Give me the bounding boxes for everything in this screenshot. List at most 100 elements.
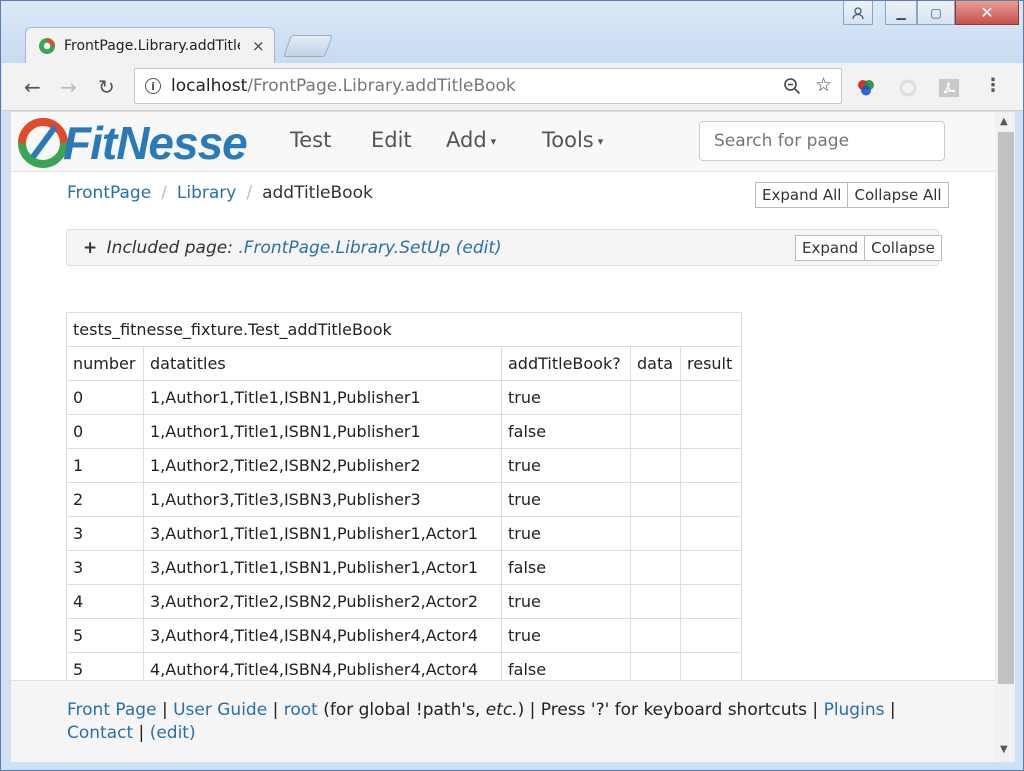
- included-page-edit-link[interactable]: (edit): [456, 238, 502, 258]
- maximize-button[interactable]: ▢: [917, 1, 955, 25]
- fitnesse-logo[interactable]: FitNesse: [17, 116, 248, 170]
- expand-button[interactable]: Expand: [795, 235, 866, 261]
- table-row: 0 1,Author1,Title1,ISBN1,Publisher1 true: [66, 380, 742, 415]
- table-header-row: number datatitles addTitleBook? data res…: [66, 346, 742, 381]
- included-page-header[interactable]: + Included page: .FrontPage.Library.SetU…: [83, 238, 502, 258]
- column-header: addTitleBook?: [501, 346, 631, 381]
- bookmark-star-icon[interactable]: ☆: [815, 74, 832, 96]
- profile-button[interactable]: [843, 1, 873, 25]
- table-cell: 3,Author2,Title2,ISBN2,Publisher2,Actor2: [143, 584, 502, 619]
- menu-tools[interactable]: Tools ▾: [542, 128, 603, 152]
- vertical-scrollbar[interactable]: ▲ ▼: [995, 112, 1015, 762]
- table-cell: [630, 482, 681, 517]
- collapse-button[interactable]: Collapse: [865, 235, 942, 261]
- scroll-up-icon[interactable]: ▲: [1000, 116, 1008, 127]
- breadcrumb-library[interactable]: Library: [177, 183, 236, 203]
- table-cell: 3: [66, 550, 144, 585]
- column-header: data: [630, 346, 681, 381]
- fitnesse-header: FitNesse Test Edit Add ▾ Tools ▾: [11, 112, 995, 172]
- browser-tab[interactable]: FrontPage.Library.addTitle ×: [25, 27, 275, 63]
- scroll-down-icon[interactable]: ▼: [1000, 744, 1008, 755]
- tab-title: FrontPage.Library.addTitle: [64, 37, 240, 54]
- footer-separator: |: [156, 700, 174, 720]
- menu-test[interactable]: Test: [290, 128, 331, 152]
- table-cell: false: [501, 414, 631, 449]
- table-cell: 3,Author4,Title4,ISBN4,Publisher4,Actor4: [143, 618, 502, 653]
- table-cell: [630, 652, 681, 680]
- back-icon[interactable]: ←: [24, 75, 41, 99]
- color-extension-icon[interactable]: [856, 78, 876, 98]
- search-input[interactable]: [699, 121, 945, 161]
- minimize-button[interactable]: ▁: [885, 1, 917, 25]
- breadcrumb-separator: /: [161, 183, 167, 203]
- tab-close-icon[interactable]: ×: [252, 37, 265, 55]
- table-cell: 3: [66, 516, 144, 551]
- expand-all-button[interactable]: Expand All: [755, 182, 849, 208]
- table-cell: [630, 380, 681, 415]
- footer-plugins-link[interactable]: Plugins: [824, 700, 885, 720]
- menu-edit[interactable]: Edit: [371, 128, 412, 152]
- extension-circle-icon[interactable]: [898, 78, 918, 98]
- pdf-extension-icon[interactable]: [938, 78, 960, 98]
- table-row: 4 3,Author2,Title2,ISBN2,Publisher2,Actor…: [66, 584, 742, 619]
- breadcrumb-frontpage[interactable]: FrontPage: [67, 183, 151, 203]
- table-row: 2 1,Author3,Title3,ISBN3,Publisher3 true: [66, 482, 742, 517]
- table-cell: 1: [66, 448, 144, 483]
- collapse-all-button[interactable]: Collapse All: [848, 182, 949, 208]
- table-cell: 3,Author1,Title1,ISBN1,Publisher1,Actor1: [143, 516, 502, 551]
- footer-root-link[interactable]: root: [284, 700, 318, 720]
- expand-collapse-all-group: Expand All Collapse All: [755, 182, 949, 208]
- column-header: datatitles: [143, 346, 502, 381]
- browser-menu-icon[interactable]: ⋮: [984, 75, 1002, 96]
- table-cell: false: [501, 652, 631, 680]
- address-bar[interactable]: i localhost/FrontPage.Library.addTitleBo…: [134, 68, 842, 104]
- footer-shortcuts-note: ) | Press '?' for keyboard shortcuts |: [517, 700, 824, 720]
- table-cell: [630, 584, 681, 619]
- table-cell: true: [501, 380, 631, 415]
- table-cell: [630, 550, 681, 585]
- footer-front-page-link[interactable]: Front Page: [67, 700, 157, 720]
- scrollbar-thumb[interactable]: [998, 132, 1014, 684]
- browser-toolbar: ← → ↻ i localhost/FrontPage.Library.addT…: [2, 63, 1023, 111]
- table-row: 3 3,Author1,Title1,ISBN1,Publisher1,Actor…: [66, 516, 742, 551]
- table-row: 5 3,Author4,Title4,ISBN4,Publisher4,Actor…: [66, 618, 742, 653]
- table-cell: 1,Author3,Title3,ISBN3,Publisher3: [143, 482, 502, 517]
- table-cell: 4: [66, 584, 144, 619]
- table-cell: [630, 516, 681, 551]
- breadcrumb-separator: /: [246, 183, 253, 203]
- forward-icon[interactable]: →: [60, 75, 77, 99]
- column-header: number: [66, 346, 144, 381]
- table-cell: [630, 618, 681, 653]
- table-fixture-row: tests_fitnesse_fixture.Test_addTitleBook: [66, 312, 742, 347]
- menu-edit-label: Edit: [371, 128, 412, 152]
- table-cell: 4,Author4,Title4,ISBN4,Publisher4,Actor4: [143, 652, 502, 680]
- column-header: result: [680, 346, 742, 381]
- reload-icon[interactable]: ↻: [98, 75, 115, 99]
- footer-edit-link[interactable]: (edit): [150, 723, 196, 743]
- new-tab-button[interactable]: [282, 35, 334, 57]
- footer-user-guide-link[interactable]: User Guide: [173, 700, 267, 720]
- table-cell: true: [501, 618, 631, 653]
- info-icon[interactable]: i: [145, 78, 161, 94]
- minimize-icon: ▁: [896, 5, 906, 20]
- table-cell: [680, 414, 742, 449]
- logo-text: FitNesse: [63, 117, 248, 169]
- included-page-link[interactable]: .FrontPage.Library.SetUp: [238, 238, 450, 258]
- page-footer: Front Page | User Guide | root (for glob…: [11, 680, 995, 762]
- menu-test-label: Test: [290, 128, 332, 152]
- table-cell: [630, 448, 681, 483]
- table-row: 5 4,Author4,Title4,ISBN4,Publisher4,Actor…: [66, 652, 742, 680]
- expand-collapse-group: Expand Collapse: [795, 235, 942, 261]
- footer-contact-link[interactable]: Contact: [67, 723, 133, 743]
- table-cell: [680, 618, 742, 653]
- table-cell: 2: [66, 482, 144, 517]
- zoom-icon[interactable]: [783, 77, 801, 100]
- menu-add[interactable]: Add ▾: [446, 128, 496, 152]
- table-cell: 0: [66, 380, 144, 415]
- menu-tools-label: Tools: [542, 128, 594, 152]
- table-cell: true: [501, 516, 631, 551]
- close-window-button[interactable]: ✕: [955, 1, 1019, 25]
- table-row: 0 1,Author1,Title1,ISBN1,Publisher1 false: [66, 414, 742, 449]
- breadcrumb-current: addTitleBook: [262, 183, 373, 203]
- maximize-icon: ▢: [930, 5, 942, 20]
